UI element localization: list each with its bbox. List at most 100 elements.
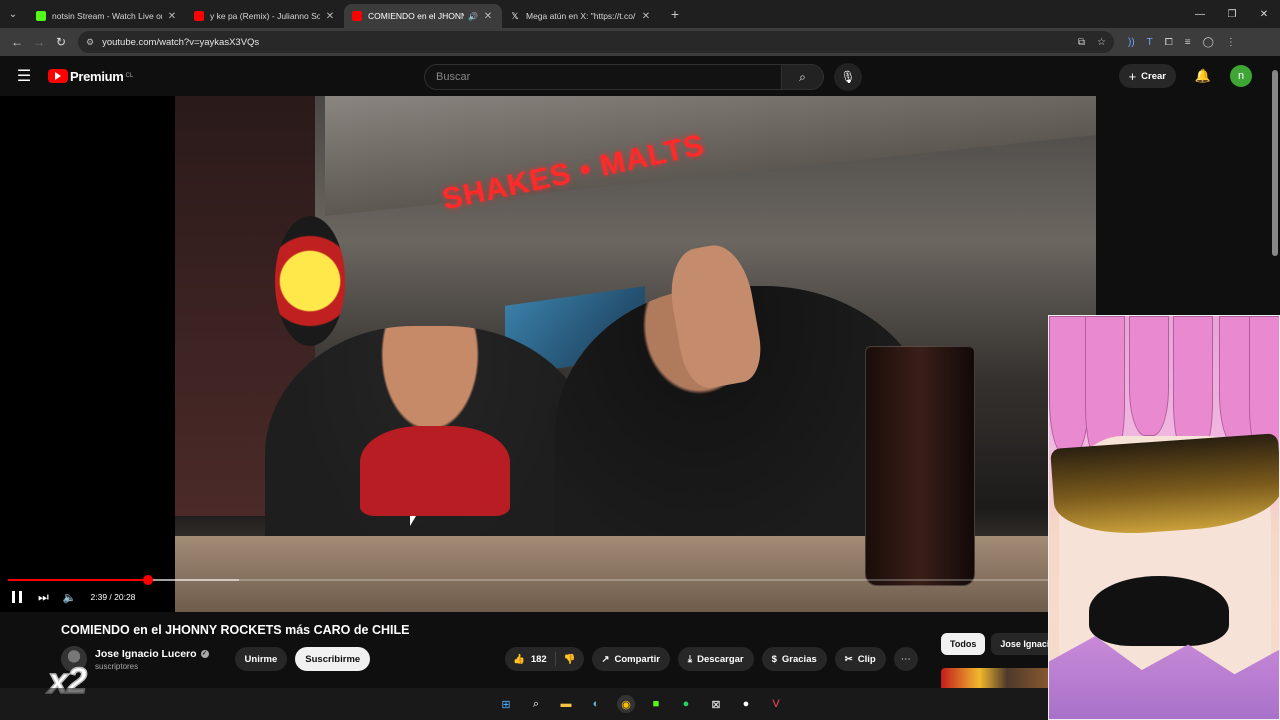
browser-tab-strip: ⌄ notsin Stream - Watch Live on ✕ y ke p… [0, 0, 1280, 28]
hamburger-menu-icon[interactable]: ☰ [0, 66, 48, 86]
video-actions: 👍 182 👎 ↗ Compartir ⤓ Descargar $ Gracia… [505, 647, 918, 671]
tab-title: y ke pa (Remix) - Julianno Sosa [210, 11, 320, 21]
browser-tab-3-active[interactable]: COMIENDO en el JHONNY 🔊 ✕ [344, 4, 502, 28]
tab-close-icon[interactable]: ✕ [482, 11, 494, 22]
video-frame: SHAKES • MALTS [175, 96, 1096, 612]
profile-icon[interactable]: ◯ [1203, 37, 1214, 48]
voice-search-button[interactable]: 🎙 [834, 63, 862, 91]
header-actions: + Crear 🔔 n [1118, 64, 1252, 88]
channel-info: Jose Ignacio Lucero ✓ suscriptores [95, 648, 209, 671]
tab-search-icon[interactable]: ⌄ [4, 5, 22, 23]
video-soda-glass [865, 346, 975, 586]
bookmark-star-icon[interactable]: ☆ [1097, 37, 1106, 48]
browser-menu-icon[interactable]: ⋮ [1226, 37, 1236, 48]
close-window-icon[interactable]: ✕ [1248, 9, 1280, 20]
browser-tab-2[interactable]: y ke pa (Remix) - Julianno Sosa ✕ [186, 4, 344, 28]
avatar-mustache [1089, 576, 1229, 646]
player-controls: ⏭ 🔈 2:39 / 20:28 [10, 588, 135, 606]
plus-icon: + [1128, 68, 1137, 84]
translate-extension-icon[interactable]: T [1147, 37, 1153, 48]
share-arrow-icon: ↗ [601, 653, 610, 665]
tab-close-icon[interactable]: ✕ [640, 11, 652, 22]
tab-title: COMIENDO en el JHONNY [368, 11, 465, 21]
browser-tab-4[interactable]: 𝕏 Mega atún en X: "https://t.co/ ✕ [502, 4, 660, 28]
back-icon[interactable]: ← [6, 35, 28, 49]
tab-close-icon[interactable]: ✕ [166, 11, 178, 22]
super-thanks-icon: $ [771, 653, 777, 665]
mouse-cursor-icon [410, 516, 416, 526]
more-actions-icon[interactable]: ⋯ [893, 647, 918, 671]
file-explorer-icon[interactable]: ▬ [557, 695, 575, 713]
browser-tab-1[interactable]: notsin Stream - Watch Live on ✕ [28, 4, 186, 28]
recommended-thumbnail[interactable] [941, 668, 1051, 688]
account-avatar[interactable]: n [1230, 65, 1252, 87]
extension-wave-icon[interactable]: )) [1128, 37, 1135, 48]
audio-playing-icon[interactable]: 🔊 [468, 12, 478, 21]
download-icon: ⤓ [687, 653, 693, 665]
new-tab-icon[interactable]: + [666, 6, 684, 22]
pause-icon[interactable] [10, 590, 24, 604]
channel-name[interactable]: Jose Ignacio Lucero [95, 648, 197, 660]
next-video-icon[interactable]: ⏭ [38, 590, 49, 605]
xbox-icon[interactable]: ⊠ [707, 695, 725, 713]
video-ceiling [325, 96, 1096, 217]
taskbar-icons: ⊞ ⌕ ▬ ◐ ◉ ■ ● ⊠ ● V [497, 695, 785, 713]
valorant-icon[interactable]: V [767, 695, 785, 713]
thanks-label: Gracias [781, 653, 817, 665]
restore-icon[interactable]: ❐ [1216, 9, 1248, 20]
omnibox-actions: ⧉ ☆ [1078, 37, 1106, 48]
taskbar-search-icon[interactable]: ⌕ [527, 695, 545, 713]
kick-app-icon[interactable]: ■ [647, 695, 665, 713]
thanks-button[interactable]: $ Gracias [761, 647, 827, 671]
channel-name-row[interactable]: Jose Ignacio Lucero ✓ [95, 648, 209, 660]
download-button[interactable]: ⤓ Descargar [677, 647, 754, 671]
search-bar: ⌕ 🎙 [424, 63, 862, 91]
volume-icon[interactable]: 🔈 [63, 591, 77, 604]
video-round-sign [275, 216, 345, 346]
notifications-bell-icon[interactable]: 🔔 [1190, 68, 1216, 84]
clip-button[interactable]: ✂ Clip [834, 647, 886, 671]
subscribe-button[interactable]: Suscribirme [295, 647, 371, 671]
youtube-play-logo-icon [48, 69, 68, 83]
share-button[interactable]: ↗ Compartir [591, 647, 670, 671]
install-app-icon[interactable]: ⧉ [1078, 37, 1085, 48]
windows-start-icon[interactable]: ⊞ [497, 695, 515, 713]
subscriber-count: suscriptores [95, 661, 139, 671]
dislike-button[interactable]: 👎 [556, 647, 584, 671]
spotify-icon[interactable]: ● [677, 695, 695, 713]
like-button[interactable]: 👍 182 [505, 647, 555, 671]
chrome-icon[interactable]: ◉ [617, 695, 635, 713]
reload-icon[interactable]: ↻ [50, 35, 72, 49]
page-scrollbar[interactable] [1272, 70, 1278, 256]
youtube-logo[interactable]: Premium CL [48, 69, 133, 84]
progress-bar[interactable] [8, 575, 1090, 585]
app-icon[interactable]: ● [737, 695, 755, 713]
search-input[interactable] [424, 64, 782, 90]
download-label: Descargar [697, 653, 744, 665]
microphone-icon: 🎙 [840, 70, 856, 84]
edge-browser-icon[interactable]: ◐ [587, 695, 605, 713]
minimize-icon[interactable]: — [1184, 9, 1216, 20]
share-label: Compartir [614, 653, 660, 665]
extensions-puzzle-icon[interactable]: ⧠ [1165, 37, 1173, 48]
logo-text: Premium [70, 68, 124, 84]
vtuber-avatar-overlay [1048, 315, 1280, 720]
like-count: 182 [530, 653, 547, 665]
video-player[interactable]: SHAKES • MALTS [0, 96, 1096, 612]
address-bar[interactable]: ⚙ youtube.com/watch?v=yaykasX3VQs ⧉ ☆ [78, 31, 1114, 53]
scissors-icon: ✂ [844, 653, 853, 665]
join-button[interactable]: Unirme [234, 647, 288, 671]
tab-close-icon[interactable]: ✕ [324, 11, 336, 22]
site-info-icon[interactable]: ⚙ [86, 37, 94, 48]
create-button[interactable]: + Crear [1118, 64, 1176, 88]
clip-label: Clip [857, 653, 876, 665]
tab-title: Mega atún en X: "https://t.co/ [526, 11, 636, 21]
media-controls-icon[interactable]: ≡ [1185, 37, 1191, 48]
avatar-hair [1049, 316, 1089, 456]
tab-title: notsin Stream - Watch Live on [52, 11, 162, 21]
recommendation-chips: Todos Jose Ignacio [941, 633, 1064, 655]
chip-all[interactable]: Todos [941, 633, 986, 655]
forward-icon[interactable]: → [28, 35, 50, 49]
search-icon: ⌕ [799, 69, 806, 84]
search-button[interactable]: ⌕ [782, 64, 824, 90]
